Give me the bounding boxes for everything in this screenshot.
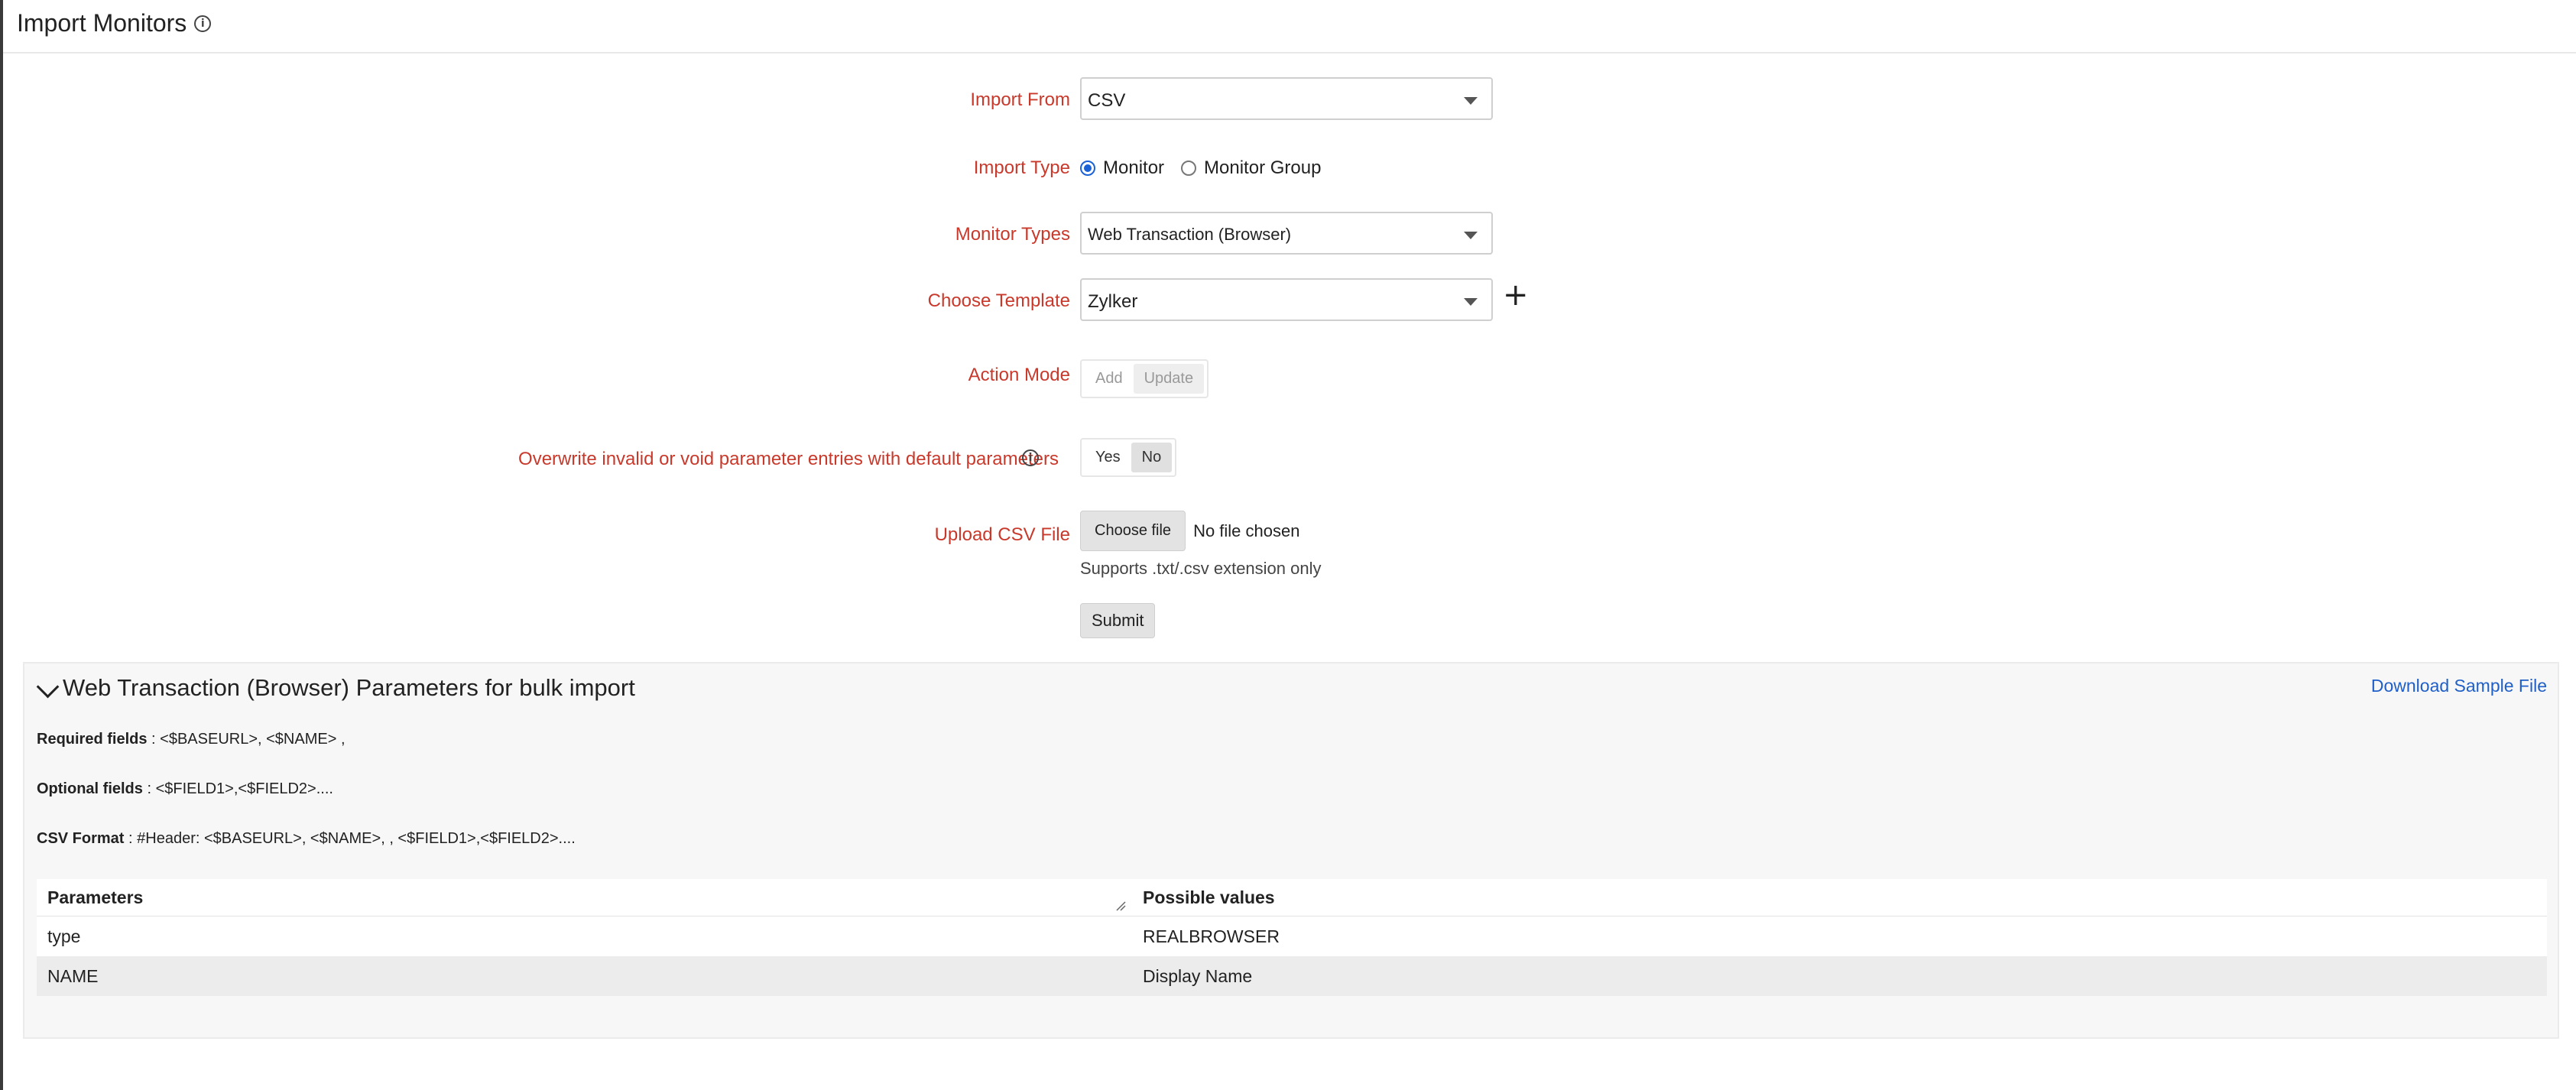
csv-format-label: CSV Format <box>37 830 125 847</box>
required-fields-value: : <$BASEURL>, <$NAME> , <box>147 731 346 748</box>
table-cell: REALBROWSER <box>1143 926 1280 946</box>
action-mode-update[interactable]: Update <box>1133 364 1205 394</box>
radio-monitor[interactable] <box>1080 161 1095 176</box>
table-header-row: Parameters Possible values <box>37 879 2547 916</box>
monitor-types-value: Web Transaction (Browser) <box>1088 225 1292 244</box>
required-fields: Required fields : <$BASEURL>, <$NAME> , <box>37 731 346 748</box>
import-from-value: CSV <box>1088 90 1126 111</box>
choose-template-select[interactable]: Zylker <box>1080 278 1493 321</box>
file-status: No file chosen <box>1193 521 1300 540</box>
info-icon[interactable]: i <box>1022 449 1039 466</box>
import-type-label: Import Type <box>973 157 1070 178</box>
parameters-panel-title[interactable]: Web Transaction (Browser) Parameters for… <box>63 674 635 702</box>
submit-button[interactable]: Submit <box>1080 603 1156 638</box>
radio-monitor-label[interactable]: Monitor <box>1103 157 1164 179</box>
choose-template-label: Choose Template <box>927 290 1070 311</box>
monitor-types-label: Monitor Types <box>955 224 1070 245</box>
overwrite-field: Yes No <box>1080 438 1177 477</box>
overwrite-yes[interactable]: Yes <box>1085 443 1131 472</box>
upload-hint: Supports .txt/.csv extension only <box>1080 559 1322 578</box>
chevron-down-icon <box>1464 97 1478 105</box>
plus-icon[interactable]: + <box>1503 280 1529 310</box>
required-fields-label: Required fields <box>37 731 148 748</box>
window-left-edge <box>0 0 3 1090</box>
parameters-table: Parameters Possible values type REALBROW… <box>37 879 2547 996</box>
table-row: type REALBROWSER <box>37 916 2547 957</box>
table-cell: Display Name <box>1132 956 2547 996</box>
chevron-down-icon <box>1464 298 1478 306</box>
page-title-text: Import Monitors <box>17 9 187 37</box>
info-icon[interactable]: i <box>194 15 212 32</box>
download-sample-link[interactable]: Download Sample File <box>2371 676 2547 696</box>
action-mode-field: Add Update <box>1080 359 1209 398</box>
column-header-parameters: Parameters <box>37 879 1132 916</box>
import-type-field: Monitor Monitor Group <box>1080 157 1338 179</box>
chevron-down-icon <box>1464 232 1478 239</box>
table-cell: NAME <box>37 956 1132 996</box>
column-header-possible-values: Possible values <box>1132 879 2547 916</box>
choose-file-button[interactable]: Choose file <box>1080 511 1186 551</box>
csv-format-value: : #Header: <$BASEURL>, <$NAME>, , <$FIEL… <box>124 830 576 847</box>
choose-template-field: Zylker <box>1080 278 1493 321</box>
overwrite-toggle: Yes No <box>1080 438 1177 477</box>
table-cell: type <box>47 926 81 946</box>
action-mode-label: Action Mode <box>968 365 1070 385</box>
monitor-types-field: Web Transaction (Browser) <box>1080 212 1493 255</box>
overwrite-no[interactable]: No <box>1131 443 1173 472</box>
optional-fields-value: : <$FIELD1>,<$FIELD2>.... <box>142 780 333 797</box>
upload-csv-label: Upload CSV File <box>934 524 1070 545</box>
choose-template-value: Zylker <box>1088 291 1138 312</box>
import-from-field: CSV <box>1080 77 1493 120</box>
radio-monitor-group-label[interactable]: Monitor Group <box>1204 157 1321 179</box>
action-mode-add[interactable]: Add <box>1085 364 1134 394</box>
resize-handle-icon[interactable] <box>1115 900 1126 911</box>
optional-fields: Optional fields : <$FIELD1>,<$FIELD2>...… <box>37 780 333 798</box>
action-mode-toggle: Add Update <box>1080 359 1209 398</box>
column-header-parameters-text: Parameters <box>47 887 144 907</box>
import-from-label: Import From <box>970 89 1070 110</box>
table-row: NAME Display Name <box>37 956 2547 996</box>
monitor-types-select[interactable]: Web Transaction (Browser) <box>1080 212 1493 255</box>
parameters-panel: Web Transaction (Browser) Parameters for… <box>23 662 2559 1039</box>
page-header: Import Monitors i <box>3 0 2576 54</box>
chevron-down-icon[interactable] <box>36 675 60 699</box>
optional-fields-label: Optional fields <box>37 780 143 797</box>
radio-monitor-group[interactable] <box>1181 161 1197 176</box>
page-title: Import Monitors i <box>17 9 212 37</box>
overwrite-label: Overwrite invalid or void parameter entr… <box>518 449 1059 469</box>
upload-field: Choose file No file chosen <box>1080 511 1299 551</box>
csv-format: CSV Format : #Header: <$BASEURL>, <$NAME… <box>37 830 576 848</box>
import-from-select[interactable]: CSV <box>1080 77 1493 120</box>
